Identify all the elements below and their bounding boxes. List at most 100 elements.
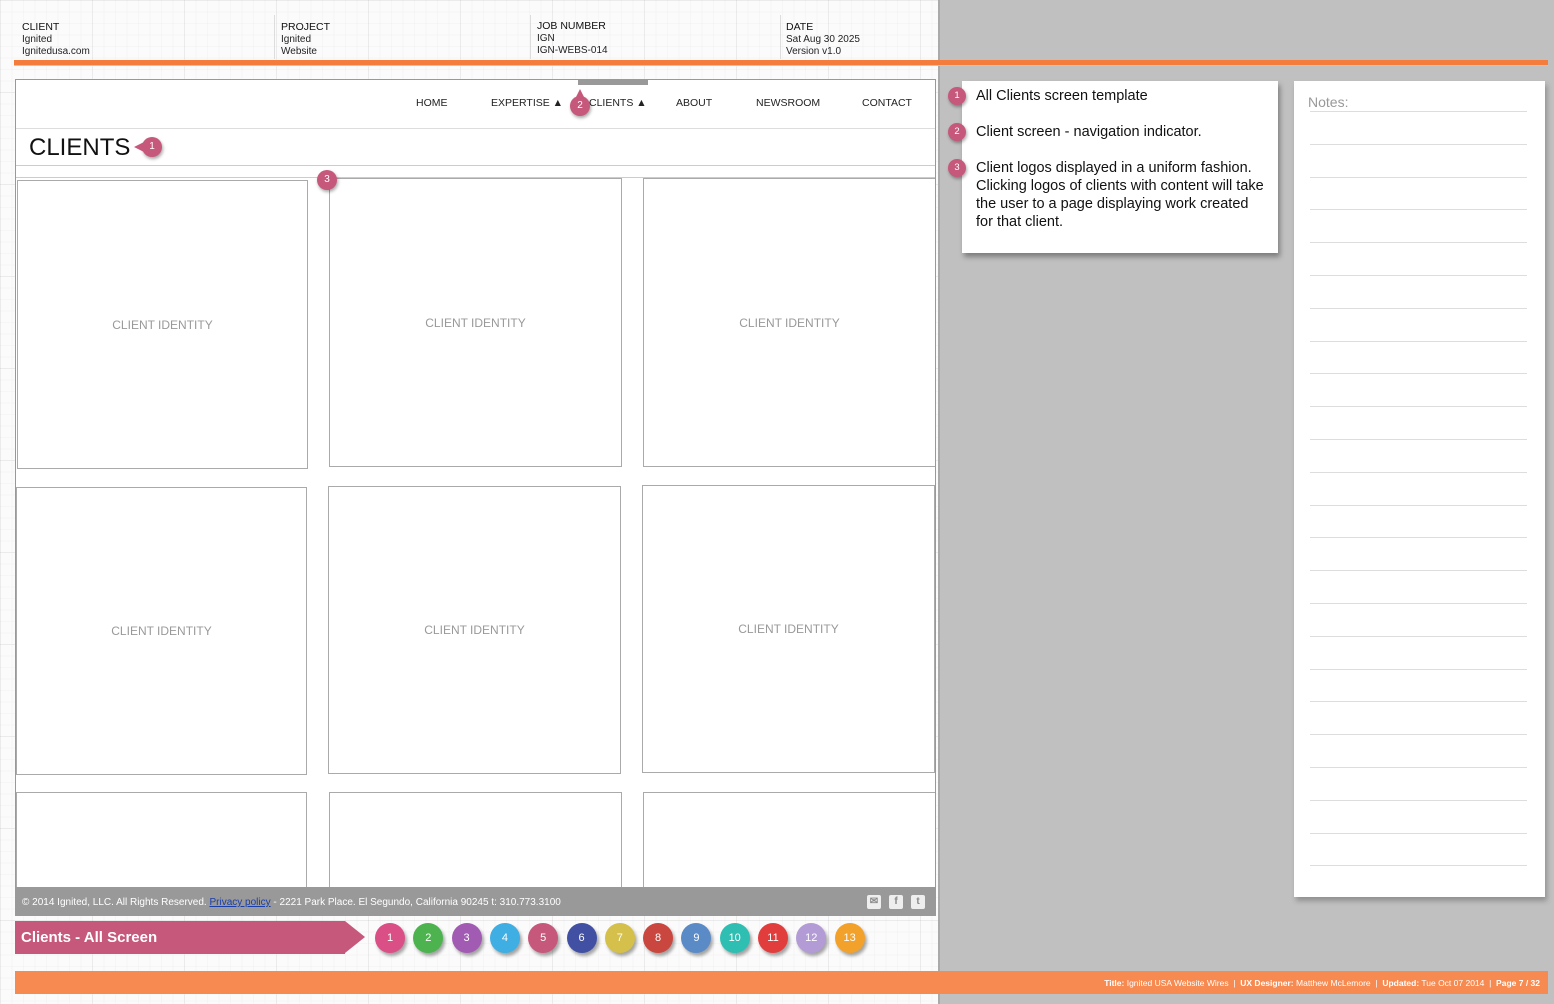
privacy-policy-link[interactable]: Privacy policy <box>209 897 270 908</box>
header-date-label: DATE <box>786 21 814 33</box>
page-title: CLIENTS <box>29 134 131 161</box>
notes-rule <box>1310 439 1527 440</box>
header-client-url: Ignitedusa.com <box>22 46 90 57</box>
client-tile-label: CLIENT IDENTITY <box>739 315 840 330</box>
client-tile-label: CLIENT IDENTITY <box>425 315 526 330</box>
client-tile[interactable]: CLIENT IDENTITY <box>643 178 935 467</box>
notes-rule <box>1310 307 1527 309</box>
header-rule-shadow <box>14 65 1548 66</box>
nav-expertise[interactable]: EXPERTISE ▲ <box>491 97 563 109</box>
notes-rule <box>1310 701 1527 703</box>
email-icon[interactable]: ✉ <box>867 895 881 909</box>
screen-dot-3[interactable]: 3 <box>451 923 482 953</box>
navbar: HOME EXPERTISE ▲ CLIENTS ▲ ABOUT NEWSROO… <box>16 80 935 129</box>
document-footer: Title: Ignited USA Website Wires | UX De… <box>15 971 1548 994</box>
annotation-text-1: All Clients screen template <box>976 88 1148 104</box>
notes-rule <box>1310 373 1527 375</box>
facebook-icon[interactable]: f <box>889 895 903 909</box>
document-meta: Title: Ignited USA Website Wires | UX De… <box>1104 978 1540 988</box>
notes-rule <box>1310 504 1527 506</box>
annotations-panel: All Clients screen template Client scree… <box>962 81 1278 253</box>
screen-dot-11[interactable]: 11 <box>758 923 788 953</box>
screen-dot-4[interactable]: 4 <box>489 923 520 953</box>
nav-clients[interactable]: CLIENTS ▲ <box>589 97 647 109</box>
header-project-label: PROJECT <box>281 21 331 33</box>
footer-copyright: © 2014 Ignited, LLC. All Rights Reserved… <box>22 897 207 908</box>
client-tile-label: CLIENT IDENTITY <box>738 622 839 636</box>
client-tile[interactable]: CLIENT IDENTITY <box>16 487 307 775</box>
notes-rule <box>1310 406 1527 408</box>
annotation-badge-2: 2 <box>948 123 966 141</box>
notes-rule <box>1310 767 1527 768</box>
notes-rule <box>1310 176 1527 178</box>
header-client: CLIENT Ignited Ignitedusa.com <box>22 21 90 59</box>
client-tile[interactable] <box>643 792 935 889</box>
screen-dot-13[interactable]: 13 <box>834 923 865 953</box>
header-project-type: Website <box>281 46 317 57</box>
footer-text: © 2014 Ignited, LLC. All Rights Reserved… <box>22 897 561 908</box>
annotation-marker-3: 3 <box>317 170 337 190</box>
notes-rule <box>1310 111 1527 112</box>
client-tile[interactable]: CLIENT IDENTITY <box>642 485 935 773</box>
header-divider <box>530 15 531 59</box>
notes-rule <box>1310 242 1527 244</box>
notes-rule <box>1310 603 1527 604</box>
screen-dot-6[interactable]: 6 <box>566 923 597 953</box>
screen-dot-7[interactable]: 7 <box>604 923 635 953</box>
client-tile[interactable] <box>16 792 307 889</box>
nav-home[interactable]: HOME <box>416 97 448 109</box>
annotation-badge-1: 1 <box>948 87 966 105</box>
header-date-value: Sat Aug 30 2025 <box>786 33 860 45</box>
screen-dot-1[interactable]: 1 <box>375 923 405 953</box>
notes-rule <box>1310 143 1527 145</box>
client-tile[interactable]: CLIENT IDENTITY <box>17 180 308 469</box>
nav-contact[interactable]: CONTACT <box>862 97 912 109</box>
title-label: Title: <box>1104 978 1125 988</box>
notes-rule <box>1310 340 1527 342</box>
updated-label: Updated: <box>1382 978 1420 988</box>
twitter-icon[interactable]: t <box>911 895 925 909</box>
notes-rule <box>1310 537 1527 539</box>
header-divider <box>274 15 275 59</box>
notes-rule <box>1310 635 1527 637</box>
page-number: Page 7 / 32 <box>1496 978 1540 988</box>
header-date: DATE Sat Aug 30 2025 Version v1.0 <box>786 21 860 59</box>
client-tile-label: CLIENT IDENTITY <box>424 623 525 637</box>
client-tile-label: CLIENT IDENTITY <box>112 317 213 332</box>
nav-about[interactable]: ABOUT <box>676 97 712 109</box>
header-client-label: CLIENT <box>22 21 60 33</box>
screen-dot-10[interactable]: 10 <box>719 923 750 953</box>
header-version: Version v1.0 <box>786 46 842 57</box>
screen-dot-5[interactable]: 5 <box>528 923 559 953</box>
notes-rule <box>1310 570 1527 572</box>
header-project: PROJECT Ignited Website <box>281 21 330 59</box>
updated-date: Tue Oct 07 2014 <box>1421 978 1485 988</box>
document-title: Ignited USA Website Wires <box>1126 978 1229 988</box>
annotation-marker-1: 1 <box>134 137 162 157</box>
annotation-marker-2: 2 <box>570 89 590 116</box>
annotation-badge-3: 3 <box>948 159 966 177</box>
client-tile[interactable]: CLIENT IDENTITY <box>329 178 622 467</box>
header-client-name: Ignited <box>22 33 53 45</box>
designer-label: UX Designer: <box>1240 978 1294 988</box>
notes-panel: Notes: <box>1294 81 1545 897</box>
wireframe-frame: HOME EXPERTISE ▲ CLIENTS ▲ ABOUT NEWSROO… <box>15 79 936 890</box>
header-job-number: IGN-WEBS-014 <box>537 45 608 56</box>
header-project-name: Ignited <box>281 33 312 45</box>
header-job-label: JOB NUMBER <box>537 20 606 32</box>
sheet-edge <box>938 0 940 1004</box>
header-job: JOB NUMBER IGN IGN-WEBS-014 <box>537 20 608 58</box>
client-tile[interactable]: CLIENT IDENTITY <box>328 486 621 774</box>
notes-rule <box>1310 865 1527 867</box>
footer-address: - 2221 Park Place. El Segundo, Californi… <box>273 897 561 908</box>
notes-rule <box>1310 668 1527 670</box>
header-divider <box>780 15 781 59</box>
header-job-code: IGN <box>537 32 555 44</box>
nav-newsroom[interactable]: NEWSROOM <box>756 97 820 109</box>
client-tile[interactable] <box>329 792 622 889</box>
notes-rule <box>1310 832 1527 834</box>
annotation-text-3: Client logos displayed in a uniform fash… <box>976 160 1264 230</box>
screen-dot-8[interactable]: 8 <box>643 923 674 953</box>
designer-name: Matthew McLemore <box>1296 978 1371 988</box>
screen-label-ribbon: Clients - All Screen <box>15 921 365 954</box>
